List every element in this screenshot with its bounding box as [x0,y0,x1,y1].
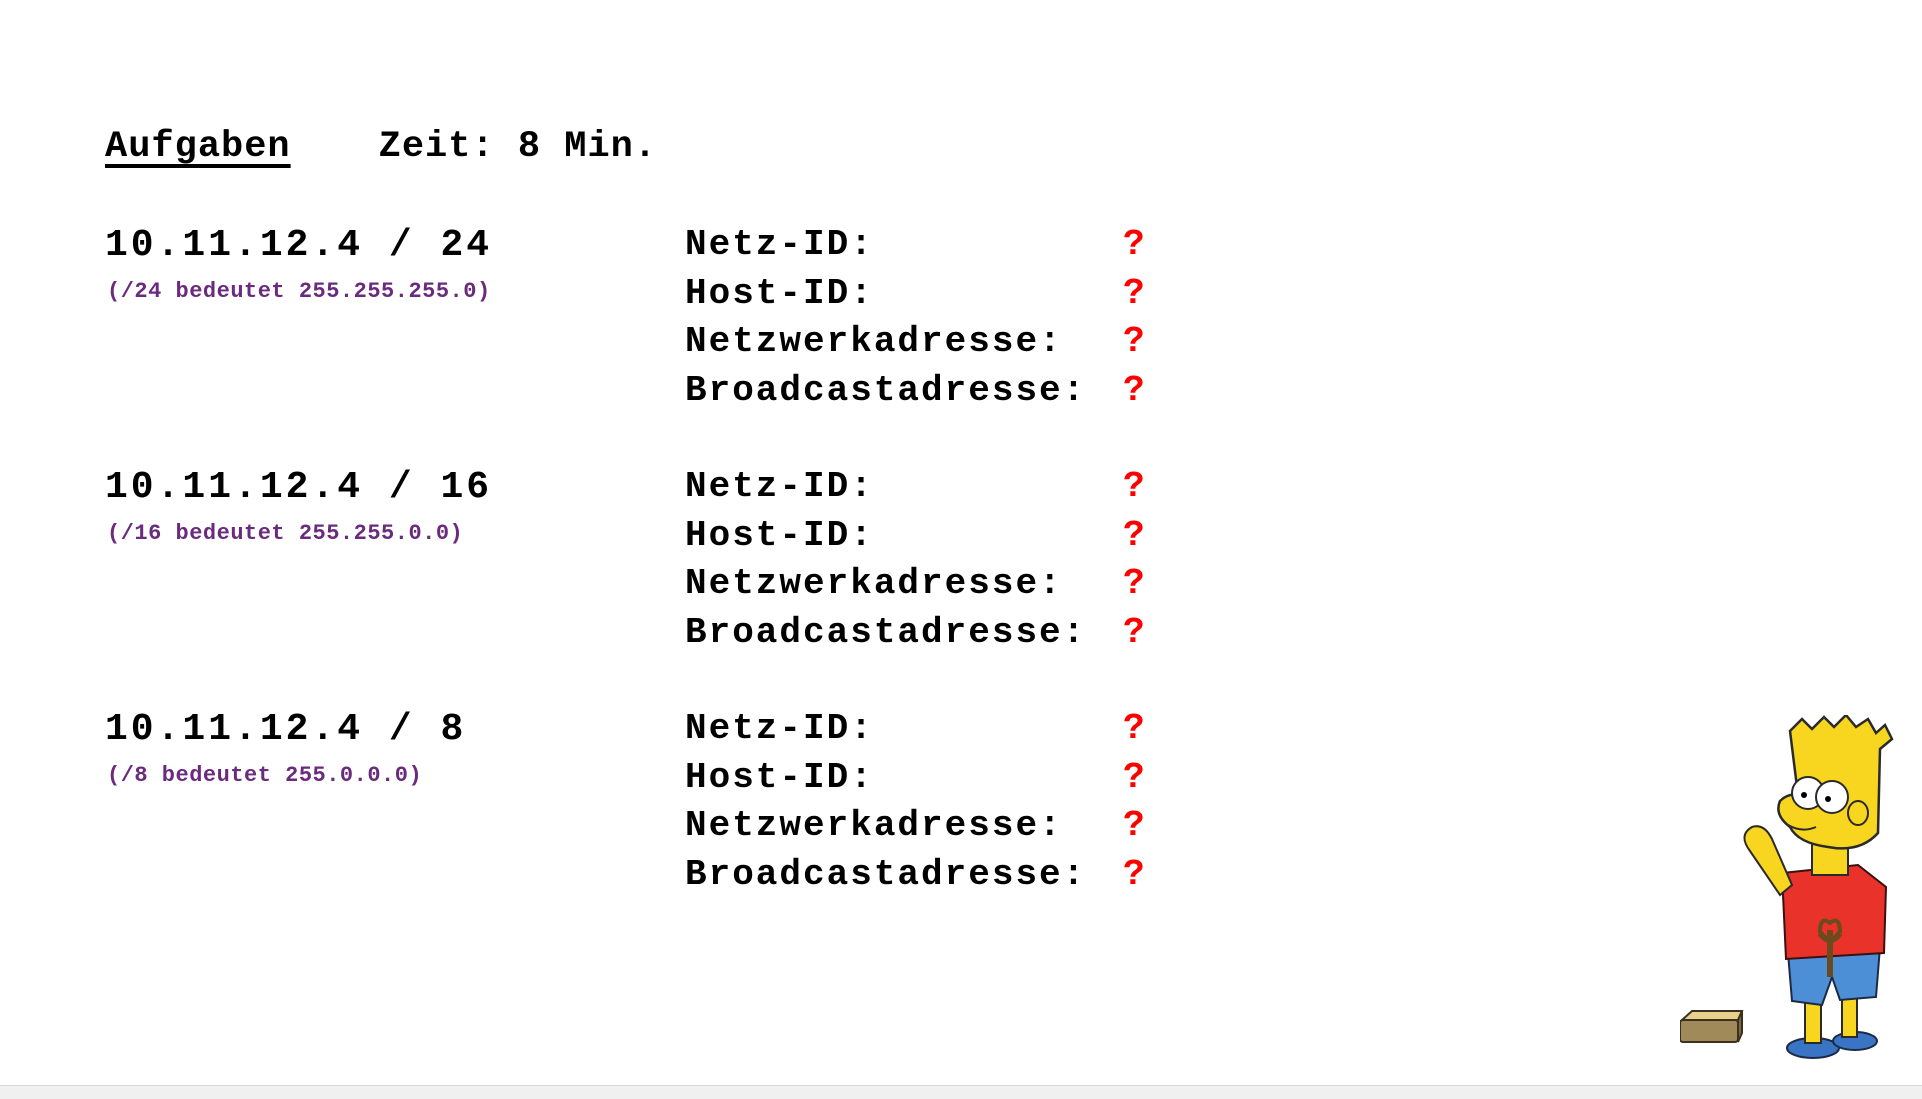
field-broadcastadresse: Broadcastadresse:? [685,367,1145,416]
answer-placeholder: ? [1123,514,1147,556]
slide-header: Aufgaben Zeit: 8 Min. [105,121,657,173]
field-host-id: Host-ID:? [685,512,1145,561]
answer-placeholder: ? [1123,756,1147,798]
answer-placeholder: ? [1123,224,1147,265]
page-title: Aufgaben [105,126,291,168]
task-block: 10.11.12.4 / 16 (/16 bedeutet 255.255.0.… [105,463,1205,663]
field-label: Netz-ID: [685,466,874,507]
ip-address: 10.11.12.4 / 8 [105,708,467,751]
subnet-hint: (/8 bedeutet 255.0.0.0) [107,763,423,788]
field-label: Host-ID: [685,756,874,798]
field-label: Broadcastadresse: [685,611,1087,653]
field-broadcastadresse: Broadcastadresse:? [685,609,1145,658]
subnet-hint: (/24 bedeutet 255.255.255.0) [107,279,491,304]
field-label: Netz-ID: [685,224,874,265]
field-netz-id: Netz-ID:? [685,705,1145,754]
field-list: Netz-ID:? Host-ID:? Netzwerkadresse:? Br… [685,463,1145,658]
bottom-scrollbar-area [0,1085,1922,1099]
field-broadcastadresse: Broadcastadresse:? [685,851,1145,900]
field-host-id: Host-ID:? [685,754,1145,803]
answer-placeholder: ? [1123,853,1147,895]
field-netz-id: Netz-ID:? [685,221,1145,270]
field-netzwerkadresse: Netzwerkadresse:? [685,802,1145,851]
answer-placeholder: ? [1123,611,1147,653]
answer-placeholder: ? [1123,272,1147,314]
field-netzwerkadresse: Netzwerkadresse:? [685,318,1145,367]
task-block: 10.11.12.4 / 8 (/8 bedeutet 255.0.0.0) N… [105,705,1205,905]
field-netz-id: Netz-ID:? [685,463,1145,512]
field-list: Netz-ID:? Host-ID:? Netzwerkadresse:? Br… [685,221,1145,416]
field-host-id: Host-ID:? [685,270,1145,319]
answer-placeholder: ? [1123,563,1147,605]
field-label: Netzwerkadresse: [685,321,1063,363]
answer-placeholder: ? [1123,466,1147,507]
slide: Aufgaben Zeit: 8 Min. 10.11.12.4 / 24 (/2… [0,0,1922,1085]
ip-address: 10.11.12.4 / 24 [105,224,493,267]
subnet-hint: (/16 bedeutet 255.255.0.0) [107,521,464,546]
time-limit: Zeit: 8 Min. [378,126,658,168]
field-label: Host-ID: [685,514,874,556]
field-label: Netz-ID: [685,708,874,749]
answer-placeholder: ? [1123,369,1147,411]
field-list: Netz-ID:? Host-ID:? Netzwerkadresse:? Br… [685,705,1145,900]
answer-placeholder: ? [1123,708,1147,749]
field-label: Netzwerkadresse: [685,805,1063,847]
field-label: Broadcastadresse: [685,853,1087,895]
task-block: 10.11.12.4 / 24 (/24 bedeutet 255.255.25… [105,221,1205,421]
field-label: Broadcastadresse: [685,369,1087,411]
field-label: Netzwerkadresse: [685,563,1063,605]
answer-placeholder: ? [1123,805,1147,847]
ip-address: 10.11.12.4 / 16 [105,466,493,509]
brick-shape [1680,1010,1744,1043]
field-netzwerkadresse: Netzwerkadresse:? [685,560,1145,609]
answer-placeholder: ? [1123,321,1147,363]
field-label: Host-ID: [685,272,874,314]
bart-simpson-illustration [1680,715,1894,1059]
